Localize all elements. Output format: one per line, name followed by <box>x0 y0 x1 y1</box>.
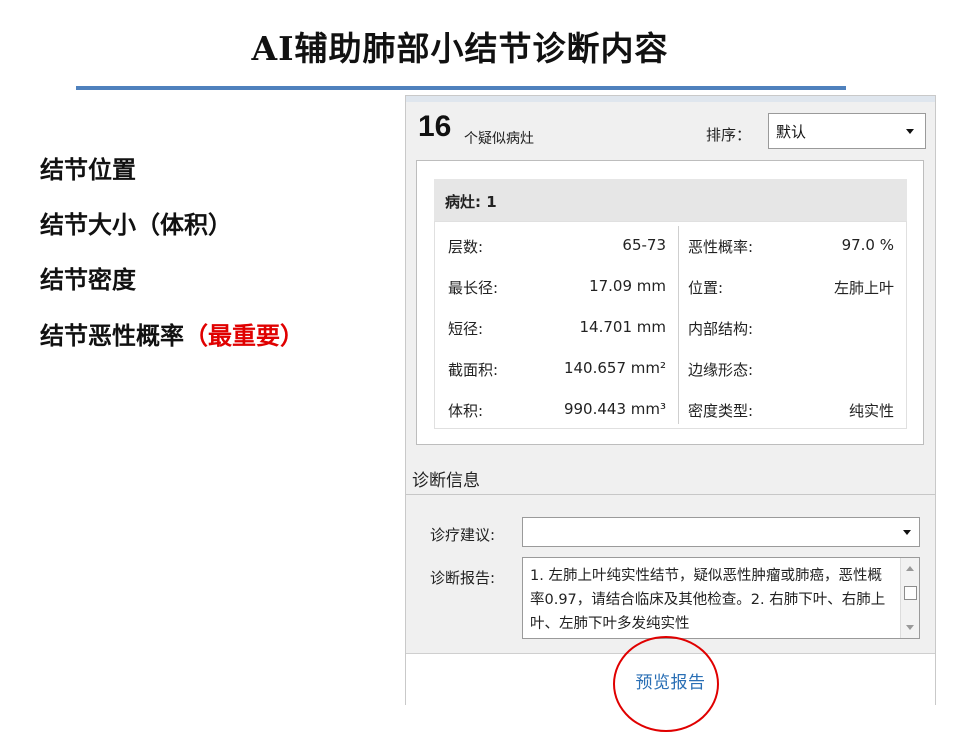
lesion-header: 病灶: 1 <box>434 179 907 221</box>
annotation-circle <box>613 636 719 732</box>
bullet-item: 结节恶性概率（最重要） <box>40 316 304 351</box>
detail-value: 140.657 mm² <box>563 359 666 377</box>
panel-top-strip <box>406 96 935 102</box>
sort-label: 排序： <box>706 126 752 144</box>
sort-select-value: 默认 <box>776 123 807 141</box>
lesion-count-label: 个疑似病灶 <box>464 131 534 147</box>
detail-label: 恶性概率: <box>688 238 754 256</box>
detail-value: 990.443 mm³ <box>563 400 666 418</box>
bullet-item: 结节大小（体积） <box>40 205 232 240</box>
detail-label: 截面积: <box>448 361 499 379</box>
lesion-title: 病灶: 1 <box>445 193 497 211</box>
detail-value: 97.0 % <box>841 236 894 254</box>
detail-value: 17.09 mm <box>589 277 666 295</box>
detail-value: 纯实性 <box>848 402 894 420</box>
section-divider <box>406 494 935 495</box>
slide-title: AI辅助肺部小结节诊断内容 <box>251 29 669 68</box>
detail-label: 内部结构: <box>688 320 754 338</box>
detail-label: 层数: <box>448 238 484 256</box>
detail-value: 65-73 <box>622 236 666 254</box>
bullet-text: 结节恶性概率 <box>40 321 184 350</box>
nodule-panel: 16 个疑似病灶 排序： 默认 病灶: 1 层数: 65-73 恶性概率: 97… <box>405 95 936 705</box>
detail-label: 位置: <box>688 279 724 297</box>
detail-value: 14.701 mm <box>579 318 666 336</box>
report-text: 1. 左肺上叶纯实性结节，疑似恶性肿瘤或肺癌，恶性概率0.97，请结合临床及其他… <box>530 568 886 632</box>
bullet-item: 结节位置 <box>40 150 136 185</box>
lesion-card[interactable]: 病灶: 1 层数: 65-73 恶性概率: 97.0 % 最长径: 17.09 … <box>416 160 924 445</box>
bullet-item: 结节密度 <box>40 260 136 295</box>
report-scrollbar[interactable] <box>900 558 919 638</box>
scroll-up-icon[interactable] <box>906 566 914 571</box>
bullet-highlight: （最重要） <box>184 321 304 350</box>
detail-label: 边缘形态: <box>688 361 754 379</box>
chevron-down-icon <box>903 530 911 535</box>
report-textarea[interactable]: 1. 左肺上叶纯实性结节，疑似恶性肿瘤或肺癌，恶性概率0.97，请结合临床及其他… <box>522 557 920 639</box>
title-rule <box>76 86 846 90</box>
scroll-down-icon[interactable] <box>906 625 914 630</box>
detail-value: 左肺上叶 <box>833 279 894 297</box>
advice-select[interactable] <box>522 517 920 547</box>
detail-label: 密度类型: <box>688 402 754 420</box>
advice-label: 诊疗建议: <box>430 526 496 544</box>
bullet-text: 结节大小（体积） <box>40 210 232 239</box>
scroll-thumb[interactable] <box>904 586 917 600</box>
detail-label: 体积: <box>448 402 484 420</box>
bullet-text: 结节位置 <box>40 155 136 184</box>
lesion-details-table: 层数: 65-73 恶性概率: 97.0 % 最长径: 17.09 mm 位置:… <box>434 221 907 429</box>
detail-label: 最长径: <box>448 279 499 297</box>
detail-label: 短径: <box>448 320 484 338</box>
lesion-count: 16 <box>418 110 452 143</box>
chevron-down-icon <box>906 129 914 134</box>
column-divider <box>678 226 679 424</box>
report-label: 诊断报告: <box>430 569 496 587</box>
diagnosis-section-title: 诊断信息 <box>412 471 480 491</box>
sort-select[interactable]: 默认 <box>768 113 926 149</box>
bullet-text: 结节密度 <box>40 265 136 294</box>
